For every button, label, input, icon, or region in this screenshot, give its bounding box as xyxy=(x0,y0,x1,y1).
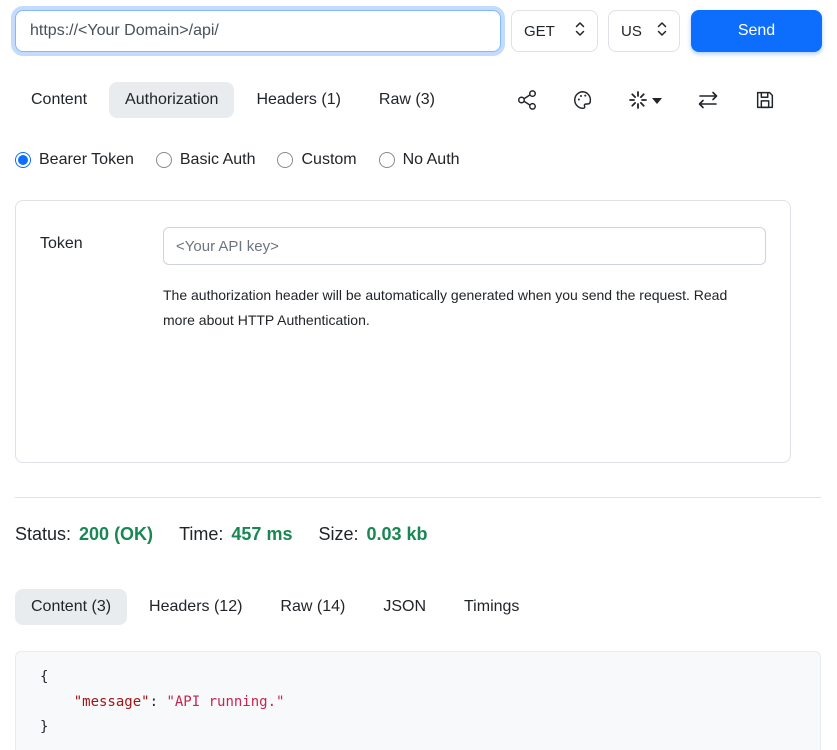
tab-response-json[interactable]: JSON xyxy=(367,589,442,625)
tab-content[interactable]: Content xyxy=(15,82,103,118)
swap-arrows-icon[interactable] xyxy=(696,90,720,110)
token-label: Token xyxy=(40,227,163,436)
time-value: 457 ms xyxy=(231,524,292,545)
json-line: "message": "API running." xyxy=(40,690,796,715)
magic-wand-icon[interactable] xyxy=(628,90,662,110)
json-string: "API running." xyxy=(166,694,284,710)
method-select[interactable]: GET xyxy=(511,10,598,52)
radio-circle xyxy=(379,152,395,168)
auth-type-row: Bearer Token Basic Auth Custom No Auth xyxy=(15,150,822,170)
method-select-value: GET xyxy=(524,23,555,40)
response-status: Status: 200 (OK) Time: 457 ms Size: 0.03… xyxy=(15,524,822,545)
radio-label: Bearer Token xyxy=(39,151,134,169)
token-input[interactable] xyxy=(163,227,766,265)
request-bar: GET US Send xyxy=(15,10,822,52)
size-label: Size: xyxy=(318,524,358,545)
status-value: 200 (OK) xyxy=(79,524,153,545)
radio-circle xyxy=(156,152,172,168)
radio-label: Custom xyxy=(301,151,356,169)
tab-authorization[interactable]: Authorization xyxy=(109,82,234,118)
save-icon[interactable] xyxy=(754,89,776,111)
tab-response-headers[interactable]: Headers (12) xyxy=(133,589,258,625)
radio-custom[interactable]: Custom xyxy=(277,151,356,169)
tab-response-content[interactable]: Content (3) xyxy=(15,589,127,625)
radio-label: No Auth xyxy=(403,151,460,169)
json-line: { xyxy=(40,665,796,690)
status-label: Status: xyxy=(15,524,71,545)
chevron-down-icon xyxy=(652,91,662,109)
json-key: "message" xyxy=(74,694,150,710)
token-help-text: The authorization header will be automat… xyxy=(163,283,753,333)
json-line: } xyxy=(40,715,796,740)
tab-raw[interactable]: Raw (3) xyxy=(363,82,451,118)
radio-circle xyxy=(15,152,31,168)
radio-bearer-token[interactable]: Bearer Token xyxy=(15,151,134,169)
radio-basic-auth[interactable]: Basic Auth xyxy=(156,151,256,169)
api-client-page: GET US Send Content Authorization Header… xyxy=(0,0,837,750)
size-value: 0.03 kb xyxy=(367,524,428,545)
region-select-value: US xyxy=(621,23,642,40)
radio-no-auth[interactable]: No Auth xyxy=(379,151,460,169)
response-tabs-row: Content (3) Headers (12) Raw (14) JSON T… xyxy=(15,587,822,627)
request-tabs-row: Content Authorization Headers (1) Raw (3… xyxy=(15,80,822,120)
request-toolbar xyxy=(516,89,822,111)
region-select[interactable]: US xyxy=(608,10,680,52)
time-label: Time: xyxy=(179,524,223,545)
tab-response-raw[interactable]: Raw (14) xyxy=(264,589,361,625)
radio-label: Basic Auth xyxy=(180,151,256,169)
share-icon[interactable] xyxy=(516,89,538,111)
token-panel-main: The authorization header will be automat… xyxy=(163,227,766,436)
tab-headers[interactable]: Headers (1) xyxy=(240,82,356,118)
response-body: { "message": "API running." } xyxy=(15,651,821,750)
select-arrows-icon xyxy=(657,21,667,41)
select-arrows-icon xyxy=(575,21,585,41)
token-panel: Token The authorization header will be a… xyxy=(15,200,791,463)
url-input[interactable] xyxy=(15,10,501,52)
tab-response-timings[interactable]: Timings xyxy=(448,589,535,625)
section-divider xyxy=(15,497,821,498)
palette-icon[interactable] xyxy=(572,89,594,111)
send-button[interactable]: Send xyxy=(691,10,822,52)
radio-circle xyxy=(277,152,293,168)
